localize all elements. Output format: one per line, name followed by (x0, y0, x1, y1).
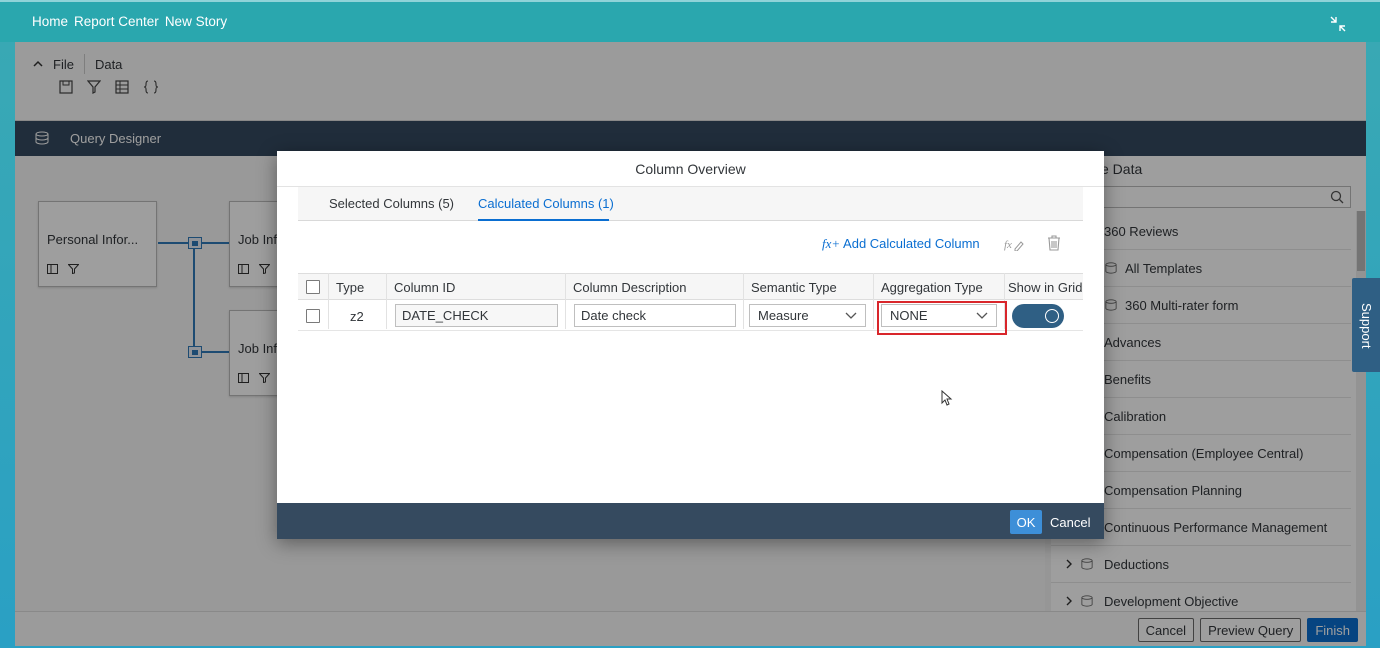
annotation-highlight-box (877, 301, 1007, 335)
exit-fullscreen-icon[interactable] (1330, 16, 1346, 32)
tab-calculated-columns[interactable]: Calculated Columns (1) (478, 196, 614, 211)
header-show-in-grid: Show in Grid (1008, 280, 1083, 295)
tab-bar: Selected Columns (5) Calculated Columns … (298, 187, 1083, 221)
dialog-cancel-button[interactable]: Cancel (1050, 510, 1090, 534)
delete-icon[interactable] (1047, 235, 1061, 251)
dialog-footer: OK Cancel (277, 503, 1104, 539)
breadcrumb-report-center[interactable]: Report Center (74, 14, 159, 29)
column-overview-dialog: Column Overview Selected Columns (5) Cal… (277, 151, 1104, 539)
header-type: Type (336, 280, 365, 295)
show-in-grid-toggle[interactable] (1012, 304, 1064, 328)
dialog-title: Column Overview (635, 161, 746, 177)
breadcrumb-home[interactable]: Home (32, 14, 68, 29)
header-column-id: Column ID (394, 280, 456, 295)
row-checkbox[interactable] (306, 309, 320, 323)
support-label: Support (1359, 303, 1374, 349)
chevron-down-icon (845, 312, 857, 319)
svg-text:fx: fx (1004, 239, 1012, 251)
header-column-description: Column Description (573, 280, 687, 295)
function-icon: fx+ (822, 236, 841, 251)
breadcrumb-new-story[interactable]: New Story (165, 14, 227, 29)
tab-selected-columns[interactable]: Selected Columns (5) (329, 196, 454, 211)
table-header: Type Column ID Column Description Semant… (298, 273, 1083, 300)
column-description-field[interactable]: Date check (574, 304, 736, 327)
top-bar: Home Report Center New Story (0, 0, 1380, 42)
header-semantic-type: Semantic Type (751, 280, 837, 295)
mouse-cursor-icon (941, 390, 953, 406)
semantic-type-select[interactable]: Measure (749, 304, 866, 327)
ok-button[interactable]: OK (1010, 510, 1042, 534)
dialog-header: Column Overview (277, 151, 1104, 187)
add-calculated-column-button[interactable]: fx+ Add Calculated Column (822, 236, 980, 252)
semantic-type-value: Measure (758, 308, 809, 323)
column-id-field[interactable]: DATE_CHECK (395, 304, 558, 327)
select-all-checkbox[interactable] (306, 280, 320, 294)
edit-formula-icon[interactable]: fx (1004, 237, 1024, 251)
header-aggregation-type: Aggregation Type (881, 280, 983, 295)
support-tab[interactable]: Support (1352, 278, 1380, 372)
toggle-knob (1045, 309, 1059, 323)
add-calculated-column-label: Add Calculated Column (840, 236, 980, 251)
active-tab-indicator (478, 219, 609, 221)
breadcrumb: Home Report Center New Story (32, 14, 227, 29)
type-cell: z2 (350, 309, 364, 324)
